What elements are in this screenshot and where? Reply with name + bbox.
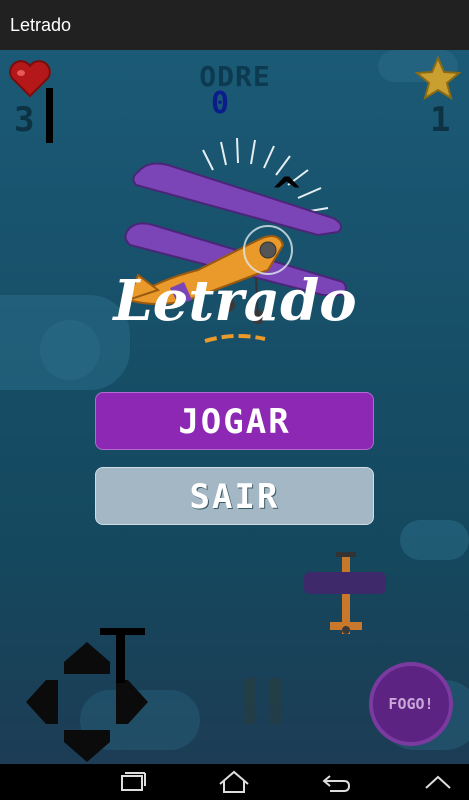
- pause-button[interactable]: [244, 678, 284, 724]
- app-title-bar: Letrado: [0, 0, 469, 50]
- app-title: Letrado: [10, 15, 72, 35]
- cloud: [400, 520, 469, 560]
- score-value: 0: [210, 86, 230, 121]
- stars-count: 1: [430, 100, 451, 140]
- star-icon: [415, 55, 461, 101]
- pause-icon: [244, 678, 256, 724]
- exit-button[interactable]: SAIR: [95, 467, 374, 525]
- logo-title: Letrado: [113, 268, 357, 334]
- up-icon[interactable]: [418, 768, 458, 796]
- dpad-right-icon: [116, 680, 148, 724]
- home-icon[interactable]: [214, 768, 254, 796]
- lives-count: 3: [14, 100, 35, 140]
- game-screen: 3 ODRE 0 1 ^ Letrado JOGAR SAIR FOGO!: [0, 50, 469, 764]
- lives-bar: [46, 88, 53, 143]
- pause-icon-bar: [270, 678, 282, 724]
- back-icon[interactable]: [316, 768, 356, 796]
- t-marker-icon: [100, 628, 145, 683]
- caret-marker: ^: [270, 170, 304, 216]
- cloud: [40, 320, 100, 380]
- logo-underline-icon: [204, 334, 266, 343]
- recents-icon[interactable]: [112, 768, 152, 796]
- fire-button[interactable]: FOGO!: [369, 662, 453, 746]
- dpad-down-icon: [64, 730, 110, 762]
- dpad-left-icon: [26, 680, 58, 724]
- fire-label: FOGO!: [388, 695, 434, 713]
- system-nav-bar: [0, 764, 469, 800]
- enemy-plane-image: [304, 552, 386, 634]
- play-button[interactable]: JOGAR: [95, 392, 374, 450]
